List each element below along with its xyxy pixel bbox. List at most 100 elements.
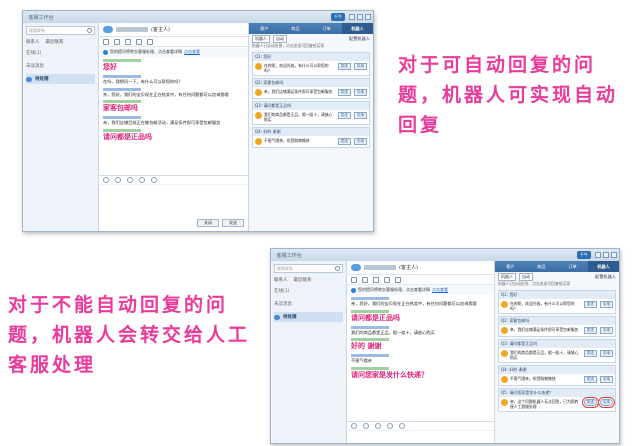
tab-contacts[interactable]: 联系人 [26,39,40,45]
phrase-icon[interactable] [103,38,109,45]
qa-quote-button[interactable]: 引用 [353,138,367,145]
robot-avatar-icon [501,350,508,357]
contacts-sidebar: 搜索联系 联系人 最近联系 在线(1) 未读消息 待处理 [271,261,347,443]
chat-input-area[interactable] [347,421,494,443]
qa-answer: 在的呢，欢迎光临，有什么可以帮您的吗？ [264,63,329,73]
image-icon[interactable] [375,423,381,429]
robot-workbench-window-auto: ·客服工作台 千牛 搜索联系 联系人 最近联系 在线(1) 未读消息 待处理 (… [22,10,374,232]
tab-robot[interactable]: 机器人 [588,261,619,272]
screen-icon[interactable] [136,38,142,45]
qa-quote-button[interactable]: 引用 [353,112,367,119]
chat-panel: (客主人) 您的提问将转交客服处理，点击查看详情 点击查看 亲，您好，我们的宝贝… [347,261,495,443]
qa-quote-button[interactable]: 引用 [599,327,613,334]
tab-recent[interactable]: 最近联系 [46,39,64,45]
qa-send-button[interactable]: 发送 [583,301,597,308]
close-button[interactable] [365,14,371,20]
qa-send-button-highlighted[interactable]: 发送 [581,397,599,408]
tab-contacts[interactable]: 联系人 [274,277,288,283]
sidebar-item-label: 待处理 [283,315,297,320]
emoji-icon[interactable] [351,423,357,429]
user-icon[interactable] [373,276,379,283]
qa-send-button[interactable]: 发送 [583,376,597,383]
font-icon[interactable] [115,177,121,183]
message-text: 亲，我们店铺目前正在做包邮活动，满足条件即可享受包邮服务 [103,120,221,125]
tab-robot[interactable]: 机器人 [342,23,373,34]
user-icon[interactable] [125,38,131,45]
tab-recent[interactable]: 最近联系 [294,277,312,283]
notice-link[interactable]: 点击查看 [432,287,448,293]
more-icon[interactable] [147,38,153,45]
qa-quote-button[interactable]: 引用 [599,350,613,357]
qa-quote-button[interactable]: 引用 [599,376,613,383]
qa-send-button[interactable]: 发送 [583,350,597,357]
customer-name-redacted [364,265,396,270]
qa-quote-button[interactable]: 引用 [353,89,367,96]
qa-send-button[interactable]: 发送 [337,63,351,70]
robot-label[interactable]: 机器人 [498,272,516,281]
message-meta [103,116,141,119]
message: 请问都是正品吗 [351,309,490,323]
robot-label[interactable]: 机器人 [252,34,270,43]
minimize-button[interactable] [595,252,601,258]
qa-quote-button[interactable]: 引用 [599,301,613,308]
search-icon[interactable] [87,28,92,33]
maximize-button[interactable] [603,252,609,258]
transfer-icon[interactable] [362,276,368,283]
chat-input-area[interactable]: 关闭 发送 [99,175,248,231]
search-input[interactable]: 搜索联系 [26,26,95,35]
robot-hint: 机器人已自动应答，点击发送可回复给买家 [252,43,325,48]
window-title: ·客服工作台 [27,14,54,21]
qa-send-button[interactable]: 发送 [583,327,597,334]
search-input[interactable]: 搜索联系 [274,264,343,273]
close-button[interactable] [611,252,617,258]
image-icon[interactable] [127,177,133,183]
qa-send-button[interactable]: 发送 [337,138,351,145]
qa-quote-button-highlighted[interactable]: 引用 [597,397,616,408]
qa-send-button[interactable]: 发送 [337,112,351,119]
right-tabs: 客户 商品 订单 机器人 [249,23,373,34]
message: 好的 谢谢 [351,338,490,351]
message-meta [103,100,141,103]
robot-mode-select[interactable]: 自动 [519,272,533,281]
qa-question: Q4: 好的 谢谢 [253,128,369,136]
robot-settings-link[interactable]: 配置机器人 [349,36,370,42]
tab-customer[interactable]: 客户 [249,23,280,34]
file-icon[interactable] [387,423,393,429]
sidebar-item-active[interactable]: 待处理 [26,74,95,84]
sidebar-item[interactable]: 未读消息 [274,299,343,309]
close-chat-button[interactable]: 关闭 [197,219,219,227]
screen-icon[interactable] [384,276,390,283]
tab-customer[interactable]: 客户 [495,261,526,272]
sidebar-item[interactable]: 在线(1) [274,286,343,296]
qa-quote-button[interactable]: 引用 [353,63,367,70]
qa-send-button[interactable]: 发送 [337,89,351,96]
qa-card: Q1: 您好 在的呢，欢迎光临，有什么可以帮您的吗？ 发送 引用 [498,290,616,314]
history-icon[interactable] [151,177,157,183]
qa-answer: 亲，我们店铺满足条件即可享受包邮服务 [510,327,579,332]
phrase-icon[interactable] [351,276,357,283]
notice-link[interactable]: 点击查看 [184,49,200,55]
search-icon[interactable] [335,266,340,271]
tab-orders[interactable]: 订单 [311,23,342,34]
sidebar-item[interactable]: 在线(1) [26,48,95,58]
sidebar-item-active[interactable]: 待处理 [274,312,343,322]
maximize-button[interactable] [357,14,363,20]
tab-goods[interactable]: 商品 [280,23,311,34]
brand-badge: 千牛 [331,13,345,21]
sidebar-item[interactable]: 未读消息 [26,61,95,71]
transfer-icon[interactable] [114,38,120,45]
font-icon[interactable] [363,423,369,429]
robot-settings-link[interactable]: 配置机器人 [595,274,616,280]
history-icon[interactable] [399,423,405,429]
message-text: 请问您家是发什么快递？ [351,370,428,379]
send-button[interactable]: 发送 [222,219,244,227]
file-icon[interactable] [139,177,145,183]
robot-mode-select[interactable]: 自动 [273,34,287,43]
more-icon[interactable] [395,276,401,283]
emoji-icon[interactable] [103,177,109,183]
tab-orders[interactable]: 订单 [557,261,588,272]
input-toolbar [347,422,494,431]
message-text: 亲，您好，我们的宝贝现在正在热卖中，有任何问题都可以咨询我哦 [103,91,229,97]
tab-goods[interactable]: 商品 [526,261,557,272]
minimize-button[interactable] [349,14,355,20]
